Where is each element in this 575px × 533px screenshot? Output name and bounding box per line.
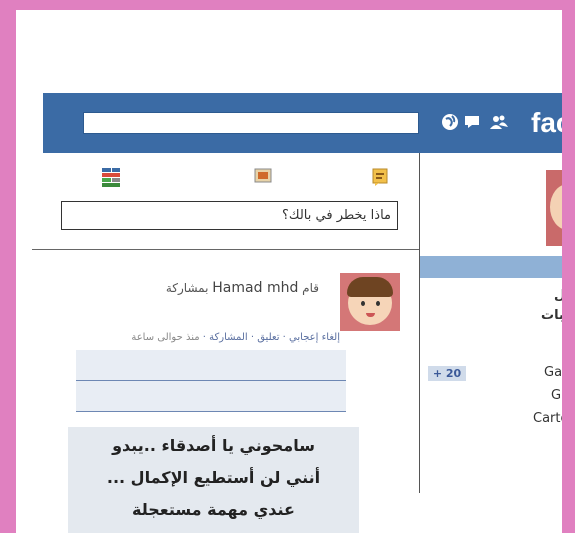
post-user-link[interactable]: Hamad mhd <box>212 280 298 296</box>
right-label-1: ل <box>554 288 562 303</box>
right-item[interactable]: Carto <box>533 411 562 426</box>
share-link[interactable]: المشاركة <box>209 332 248 343</box>
count-badge[interactable]: + 20 <box>428 366 466 381</box>
friends-icon[interactable] <box>489 109 509 135</box>
messages-icon[interactable] <box>463 109 483 135</box>
status-icon[interactable] <box>372 168 390 188</box>
right-item[interactable]: Ga <box>544 365 562 380</box>
right-item[interactable]: G <box>551 388 561 403</box>
search-input[interactable] <box>83 112 419 134</box>
comment-box[interactable] <box>76 381 346 412</box>
photo-icon[interactable] <box>254 168 272 188</box>
comment-boxes <box>76 350 346 412</box>
list-icon[interactable] <box>102 168 120 188</box>
post-actions: إلغاء إعجابي · تعليق · المشاركة · منذ حو… <box>131 332 340 343</box>
post-avatar[interactable] <box>340 273 400 331</box>
caption-line: عندي مهمة مستعجلة <box>132 500 295 519</box>
unlike-link[interactable]: إلغاء إعجابي <box>289 332 340 343</box>
caption-line: سامحوني يا أصدقاء ..يبدو <box>112 436 315 455</box>
browser-frame: fac ماذا يخطر في بالك؟ قام Hamad mhd بمش… <box>16 10 562 533</box>
caption-line: أنني لن أستطيع الإكمال ... <box>106 468 321 487</box>
post-header: قام Hamad mhd بمشاركة <box>166 280 319 296</box>
profile-avatar[interactable] <box>546 170 562 246</box>
post-time: منذ حوالى ساعة <box>131 332 200 343</box>
top-bar: fac <box>43 93 562 153</box>
comment-link[interactable]: تعليق <box>257 332 279 343</box>
right-column-header <box>420 256 562 278</box>
brand-logo[interactable]: fac <box>531 101 562 145</box>
globe-icon[interactable] <box>440 109 460 135</box>
caption-overlay: سامحوني يا أصدقاء ..يبدو أنني لن أستطيع … <box>68 427 359 533</box>
column-divider <box>419 153 420 493</box>
post-suffix: بمشاركة <box>165 281 209 295</box>
status-input[interactable]: ماذا يخطر في بالك؟ <box>61 201 398 230</box>
right-label-2: بات <box>541 308 562 323</box>
post-prefix: قام <box>302 281 319 295</box>
feed-divider <box>32 249 419 250</box>
comment-box[interactable] <box>76 350 346 381</box>
